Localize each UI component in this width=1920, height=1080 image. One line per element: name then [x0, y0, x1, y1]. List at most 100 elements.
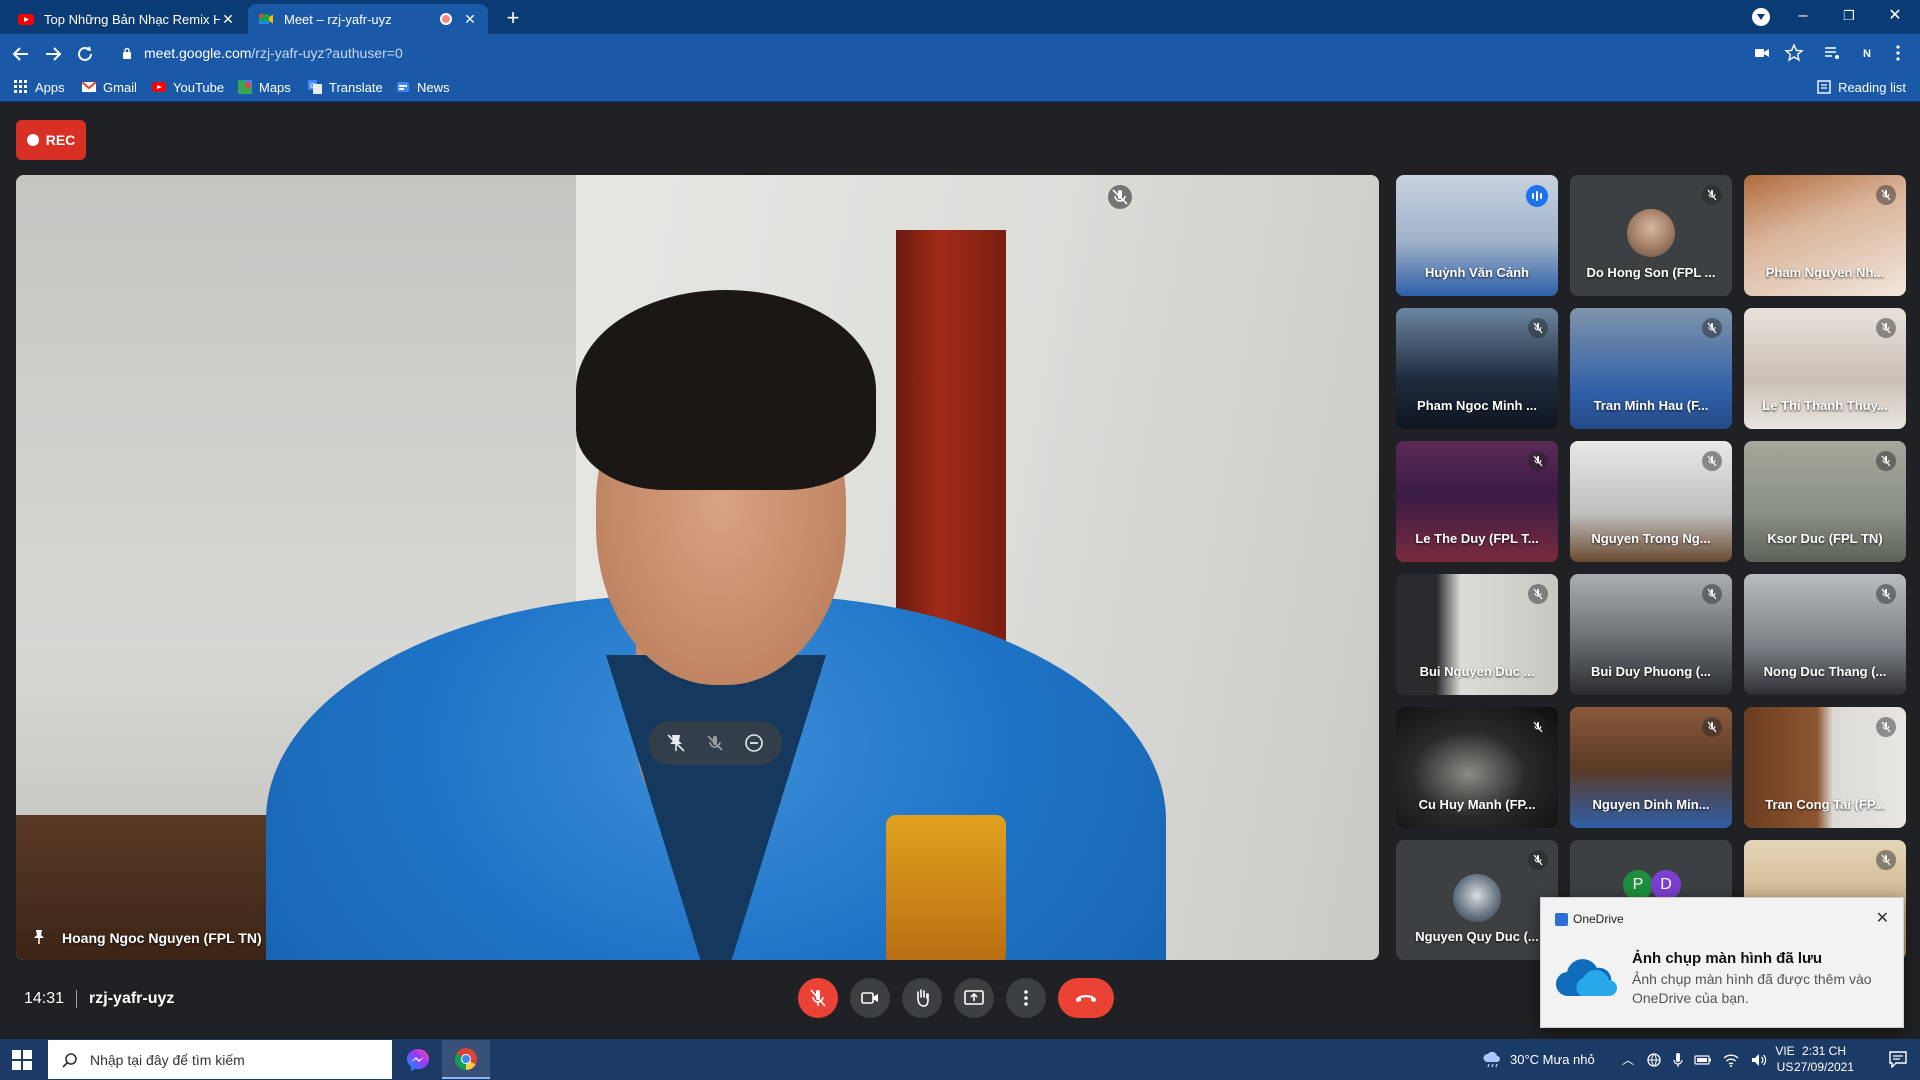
tab-title: Top Những Bản Nhạc Remix Hay — [44, 11, 220, 27]
bookmark-news[interactable]: News — [396, 77, 450, 97]
url-path: /rzj-yafr-uyz?authuser=0 — [251, 45, 403, 61]
weather-text: 30°C Mưa nhỏ — [1510, 1052, 1595, 1067]
meet-icon — [259, 14, 273, 24]
recording-indicator-icon — [440, 13, 452, 25]
mute-participant-icon[interactable] — [702, 730, 728, 756]
mic-off-icon — [1528, 318, 1548, 338]
restore-button[interactable]: ❐ — [1826, 0, 1872, 34]
participant-name: Bui Duy Phuong (... — [1591, 664, 1711, 679]
bookmarks-bar: Apps Gmail YouTube Maps G Translate News… — [0, 72, 1920, 102]
participant-tile[interactable]: Bui Nguyen Duc ... — [1396, 574, 1558, 695]
mic-off-icon — [1108, 185, 1132, 209]
unpin-icon[interactable] — [663, 730, 689, 756]
weather-widget[interactable]: 30°C Mưa nhỏ — [1482, 1039, 1595, 1080]
more-vert-icon[interactable] — [1888, 43, 1908, 63]
taskbar-messenger[interactable] — [394, 1040, 442, 1079]
bookmark-translate[interactable]: G Translate — [308, 77, 383, 97]
mic-off-icon — [1702, 185, 1722, 205]
participant-tile[interactable]: Pham Nguyen Nh... — [1744, 175, 1906, 296]
camera-in-use-icon[interactable] — [1752, 43, 1772, 63]
present-screen-button[interactable] — [954, 978, 994, 1018]
star-icon[interactable] — [1784, 43, 1804, 63]
url-host: meet.google.com — [144, 45, 252, 61]
translate-icon: G — [308, 80, 322, 94]
mic-off-icon — [1876, 717, 1896, 737]
participant-tile[interactable]: Tran Minh Hau (F... — [1570, 308, 1732, 429]
participant-tile[interactable]: Le The Duy (FPL T... — [1396, 441, 1558, 562]
minimize-button[interactable]: – — [1780, 0, 1826, 34]
pin-icon — [34, 930, 44, 944]
close-tab-icon[interactable]: ✕ — [462, 11, 478, 28]
reading-list-button[interactable]: Reading list — [1817, 77, 1906, 97]
url-field[interactable]: meet.google.com/rzj-yafr-uyz?authuser=0 — [108, 39, 1778, 67]
tab-youtube[interactable]: Top Những Bản Nhạc Remix Hay ✕ — [8, 4, 246, 34]
participant-tile[interactable]: Nguyen Quy Duc (... — [1396, 840, 1558, 960]
new-tab-button[interactable]: + — [500, 6, 526, 32]
participant-name: Tran Cong Tai (FP... — [1765, 797, 1885, 812]
rain-cloud-icon — [1483, 1051, 1500, 1067]
chevron-up-icon[interactable]: ︿ — [1622, 1051, 1634, 1068]
participant-tile[interactable]: Do Hong Son (FPL ... — [1570, 175, 1732, 296]
windows-start-icon[interactable] — [12, 1050, 32, 1070]
bookmark-maps[interactable]: Maps — [238, 77, 291, 97]
participant-name: Nguyen Quy Duc (... — [1415, 929, 1539, 944]
onedrive-notification[interactable]: OneDrive ✕ Ảnh chụp màn hình đã lưu Ảnh … — [1540, 897, 1904, 1028]
raise-hand-button[interactable] — [902, 978, 942, 1018]
notification-center-icon[interactable] — [1888, 1050, 1908, 1068]
participant-tile[interactable]: Pham Ngoc Minh ... — [1396, 308, 1558, 429]
tab-search-icon[interactable] — [1752, 8, 1770, 26]
camera-button[interactable] — [850, 978, 890, 1018]
participant-tile[interactable]: Tran Cong Tai (FP... — [1744, 707, 1906, 828]
lock-icon[interactable] — [122, 47, 132, 59]
close-tab-icon[interactable]: ✕ — [220, 11, 236, 28]
bookmark-label: Maps — [259, 79, 291, 95]
taskbar-clock[interactable]: 2:31 CH 27/09/2021 — [1784, 1043, 1864, 1075]
microphone-tray-icon[interactable] — [1672, 1052, 1684, 1068]
present-icon — [964, 990, 984, 1005]
raise-hand-icon — [917, 989, 929, 1007]
mic-off-icon — [1876, 318, 1896, 338]
participant-avatar — [1627, 209, 1675, 257]
main-speaker-name: Hoang Ngoc Nguyen (FPL TN) — [62, 930, 262, 946]
forward-icon[interactable] — [40, 41, 66, 67]
network-globe-icon[interactable] — [1646, 1052, 1662, 1068]
mic-off-icon — [1528, 451, 1548, 471]
reload-icon[interactable] — [72, 41, 98, 67]
battery-icon[interactable] — [1694, 1053, 1712, 1067]
record-dot-icon — [26, 134, 39, 146]
taskbar-chrome[interactable] — [442, 1040, 490, 1079]
media-queue-icon[interactable] — [1822, 43, 1842, 63]
wifi-icon[interactable] — [1722, 1052, 1740, 1068]
mic-off-icon — [1528, 850, 1548, 870]
notification-close-button[interactable]: ✕ — [1876, 908, 1889, 928]
profile-avatar[interactable]: N — [1856, 43, 1878, 65]
participant-name: Le Thi Thanh Thuy... — [1762, 398, 1888, 413]
bookmark-apps[interactable]: Apps — [14, 77, 65, 97]
tab-meet[interactable]: Meet – rzj-yafr-uyz ✕ — [248, 4, 488, 34]
speaking-indicator-icon — [1526, 185, 1548, 207]
tile-hover-controls — [648, 721, 782, 765]
more-options-button[interactable] — [1006, 978, 1046, 1018]
participant-tile[interactable]: Le Thi Thanh Thuy... — [1744, 308, 1906, 429]
speaker-icon[interactable] — [1750, 1052, 1768, 1068]
participant-tile[interactable]: Nong Duc Thang (... — [1744, 574, 1906, 695]
taskbar-search-box[interactable]: Nhập tại đây để tìm kiếm — [48, 1040, 392, 1079]
meeting-time: 14:31 — [24, 990, 65, 1007]
participant-tile[interactable]: Cu Huy Manh (FP... — [1396, 707, 1558, 828]
participant-name: Pham Ngoc Minh ... — [1417, 398, 1537, 413]
close-window-button[interactable]: ✕ — [1872, 0, 1918, 34]
leave-call-button[interactable] — [1058, 978, 1114, 1018]
bookmark-gmail[interactable]: Gmail — [82, 77, 137, 97]
back-icon[interactable] — [8, 41, 34, 67]
bookmark-youtube[interactable]: YouTube — [152, 77, 224, 97]
participant-tile[interactable]: Huỳnh Văn Cảnh — [1396, 175, 1558, 296]
mic-off-icon — [1876, 185, 1896, 205]
remove-from-view-icon[interactable] — [741, 730, 767, 756]
participant-tile[interactable]: Nguyen Dinh Min... — [1570, 707, 1732, 828]
participant-tile[interactable]: Bui Duy Phuong (... — [1570, 574, 1732, 695]
divider — [76, 990, 78, 1008]
participant-tile[interactable]: Ksor Duc (FPL TN) — [1744, 441, 1906, 562]
main-speaker-video[interactable]: Hoang Ngoc Nguyen (FPL TN) — [16, 175, 1379, 960]
participant-tile[interactable]: Nguyen Trong Ng... — [1570, 441, 1732, 562]
microphone-off-button[interactable] — [798, 978, 838, 1018]
